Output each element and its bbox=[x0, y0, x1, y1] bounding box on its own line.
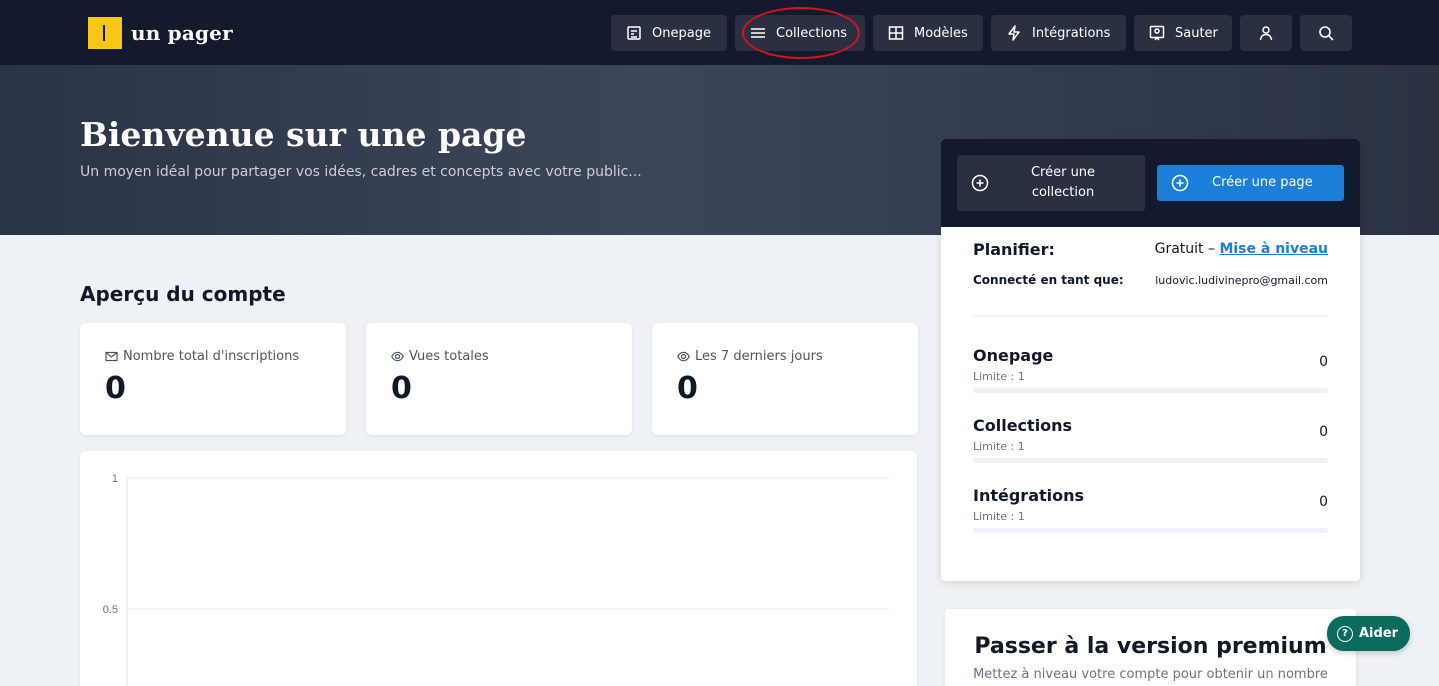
logo-mark-icon bbox=[88, 17, 122, 49]
usage-limit: Limite : 1 bbox=[973, 510, 1025, 523]
stat-value: 0 bbox=[391, 371, 412, 406]
stat-value: 0 bbox=[105, 371, 126, 406]
plus-circle-icon bbox=[971, 174, 989, 196]
nav-label: Sauter bbox=[1175, 25, 1218, 41]
usage-name: Intégrations bbox=[973, 486, 1085, 505]
account-button[interactable] bbox=[1240, 15, 1292, 51]
document-icon bbox=[625, 24, 643, 42]
help-label: Aider bbox=[1359, 626, 1399, 641]
stat-card-total-views: Vues totales 0 bbox=[366, 323, 632, 435]
eye-icon bbox=[677, 350, 690, 363]
help-button[interactable]: ? Aider bbox=[1327, 616, 1410, 651]
top-navigation: un pager Onepage Collections Modèles Int… bbox=[0, 0, 1439, 65]
usage-count: 0 bbox=[1319, 424, 1328, 440]
usage-progress-bar bbox=[973, 458, 1328, 463]
stat-label: Les 7 derniers jours bbox=[695, 349, 823, 364]
connected-email: ludovic.ludivinepro@gmail.com bbox=[1155, 274, 1328, 287]
premium-card: Passer à la version premium Mettez à niv… bbox=[945, 609, 1356, 686]
premium-subtitle: Mettez à niveau votre compte pour obteni… bbox=[973, 667, 1328, 682]
nav-label: Onepage bbox=[652, 25, 711, 41]
help-icon: ? bbox=[1337, 625, 1353, 642]
usage-count: 0 bbox=[1319, 354, 1328, 370]
stat-card-last-7-days: Les 7 derniers jours 0 bbox=[652, 323, 918, 435]
panel-header: Créer une collection Créer une page bbox=[941, 139, 1360, 227]
stat-label-row: Les 7 derniers jours bbox=[677, 349, 823, 364]
chart-y-tick: 0.5 bbox=[103, 604, 118, 616]
create-page-button[interactable]: Créer une page bbox=[1157, 165, 1344, 201]
usage-name: Onepage bbox=[973, 346, 1054, 365]
map-pin-icon bbox=[1148, 24, 1166, 42]
plan-value: Gratuit – Mise à niveau bbox=[1155, 241, 1328, 257]
user-icon bbox=[1257, 24, 1275, 42]
brand-logo[interactable]: un pager bbox=[88, 17, 233, 49]
usage-limit: Limite : 1 bbox=[973, 440, 1025, 453]
stat-label-row: Vues totales bbox=[391, 349, 489, 364]
chart-y-tick: 1 bbox=[112, 473, 118, 485]
page-subtitle: Un moyen idéal pour partager vos idées, … bbox=[80, 164, 642, 180]
nav-label: Collections bbox=[776, 25, 848, 41]
usage-onepage: Onepage Limite : 1 0 bbox=[973, 346, 1328, 402]
premium-title: Passer à la version premium bbox=[974, 634, 1327, 659]
stat-label: Vues totales bbox=[409, 349, 489, 364]
usage-progress-bar bbox=[973, 528, 1328, 533]
stat-label: Nombre total d'inscriptions bbox=[123, 349, 300, 364]
usage-name: Collections bbox=[973, 416, 1073, 435]
chart-canvas: 1 0.5 bbox=[103, 473, 889, 686]
overview-title: Aperçu du compte bbox=[80, 282, 286, 306]
nav-modeles-button[interactable]: Modèles bbox=[873, 15, 983, 51]
stat-label-row: Nombre total d'inscriptions bbox=[105, 349, 299, 364]
views-chart: 1 0.5 bbox=[80, 451, 917, 686]
usage-integrations: Intégrations Limite : 1 0 bbox=[973, 486, 1328, 542]
stat-card-signups: Nombre total d'inscriptions 0 bbox=[80, 323, 346, 435]
usage-count: 0 bbox=[1319, 494, 1328, 510]
divider bbox=[973, 315, 1328, 317]
nav-label: Modèles bbox=[914, 25, 968, 41]
layout-icon bbox=[887, 24, 905, 42]
page-title: Bienvenue sur une page bbox=[80, 115, 527, 154]
connected-label: Connecté en tant que: bbox=[973, 273, 1124, 287]
stat-value: 0 bbox=[677, 371, 698, 406]
usage-collections: Collections Limite : 1 0 bbox=[973, 416, 1328, 472]
nav-label: Intégrations bbox=[1032, 25, 1111, 41]
menu-icon bbox=[749, 24, 767, 42]
bolt-icon bbox=[1005, 24, 1023, 42]
create-collection-button[interactable]: Créer une collection bbox=[957, 155, 1145, 211]
plan-label: Planifier: bbox=[973, 240, 1055, 259]
plan-name: Gratuit – bbox=[1154, 241, 1220, 257]
upgrade-link[interactable]: Mise à niveau bbox=[1219, 241, 1328, 257]
button-label: Créer une page bbox=[1212, 175, 1313, 190]
mail-icon bbox=[105, 350, 118, 363]
nav-onepage-button[interactable]: Onepage bbox=[611, 15, 727, 51]
brand-name: un pager bbox=[131, 21, 233, 45]
search-icon bbox=[1317, 24, 1335, 42]
usage-limit: Limite : 1 bbox=[973, 370, 1025, 383]
nav-sauter-button[interactable]: Sauter bbox=[1134, 15, 1232, 51]
plus-circle-icon bbox=[1171, 174, 1189, 196]
usage-progress-bar bbox=[973, 388, 1328, 393]
button-label: Créer une collection bbox=[1030, 165, 1096, 200]
nav-collections-button[interactable]: Collections bbox=[735, 15, 865, 51]
account-panel: Créer une collection Créer une page Plan… bbox=[941, 139, 1360, 581]
nav-integrations-button[interactable]: Intégrations bbox=[991, 15, 1126, 51]
search-button[interactable] bbox=[1300, 15, 1352, 51]
eye-icon bbox=[391, 350, 404, 363]
